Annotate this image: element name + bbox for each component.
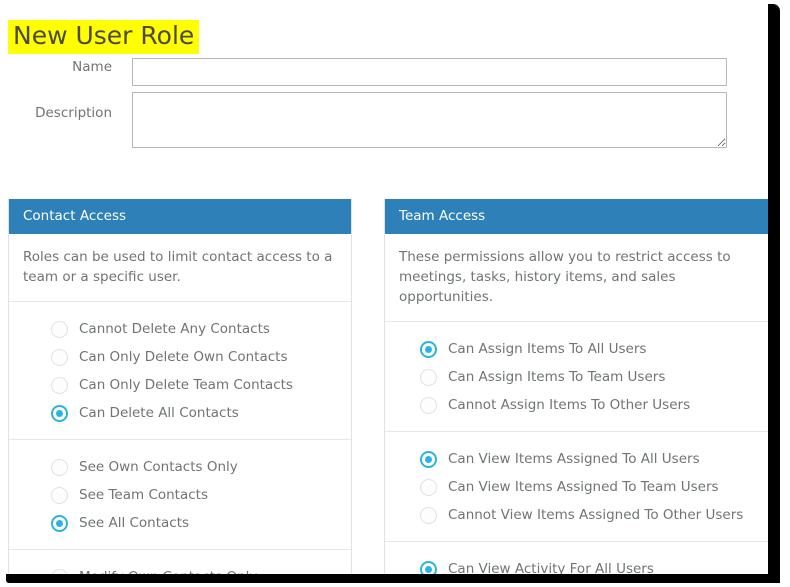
radio-option[interactable]: Can View Items Assigned To All Users xyxy=(420,445,768,473)
radio-unchecked-icon[interactable] xyxy=(420,506,437,524)
radio-option-label: See All Contacts xyxy=(79,515,190,531)
radio-unchecked-icon[interactable] xyxy=(51,320,68,338)
name-input[interactable] xyxy=(132,58,727,86)
radio-unchecked-icon[interactable] xyxy=(51,376,68,394)
page-content: New User Role Name Description Contact A… xyxy=(0,0,768,574)
radio-checked-icon[interactable] xyxy=(420,450,437,468)
radio-option[interactable]: Cannot Assign Items To Other Users xyxy=(420,391,768,419)
radio-unchecked-icon[interactable] xyxy=(51,348,68,366)
panel-team-access-description: These permissions allow you to restrict … xyxy=(385,234,768,322)
contact-access-groups: Cannot Delete Any Contacts Can Only Delet… xyxy=(9,302,351,574)
radio-option[interactable]: Can Only Delete Own Contacts xyxy=(51,343,351,371)
name-label: Name xyxy=(72,59,112,75)
radio-option-label: See Own Contacts Only xyxy=(79,459,238,475)
radio-unchecked-icon[interactable] xyxy=(420,478,437,496)
radio-option[interactable]: Cannot View Items Assigned To Other User… xyxy=(420,501,768,529)
radio-group: Cannot Delete Any Contacts Can Only Delet… xyxy=(9,302,351,440)
radio-option-label: Can Only Delete Own Contacts xyxy=(79,349,288,365)
page-title: New User Role xyxy=(8,19,200,54)
radio-option-label: Can Only Delete Team Contacts xyxy=(79,377,293,393)
radio-unchecked-icon[interactable] xyxy=(51,486,68,504)
radio-unchecked-icon[interactable] xyxy=(420,368,437,386)
radio-option-label: Can View Activity For All Users xyxy=(448,561,654,574)
radio-group: Modify Own Contacts Only xyxy=(9,550,351,574)
radio-group: Can View Activity For All UsersCan View … xyxy=(385,542,768,574)
team-access-groups: Can Assign Items To All Users Can Assign … xyxy=(385,322,768,574)
window-frame: New User Role Name Description Contact A… xyxy=(0,0,790,587)
radio-option[interactable]: Can View Items Assigned To Team Users xyxy=(420,473,768,501)
radio-option[interactable]: Cannot Delete Any Contacts xyxy=(51,315,351,343)
radio-option[interactable]: See All Contacts xyxy=(51,509,351,537)
radio-unchecked-icon[interactable] xyxy=(51,458,68,476)
window-frame-right-edge xyxy=(768,4,780,583)
radio-group: Can View Items Assigned To All Users Can … xyxy=(385,432,768,542)
panel-team-access: Team Access These permissions allow you … xyxy=(384,199,768,574)
description-label: Description xyxy=(35,105,112,121)
radio-checked-icon[interactable] xyxy=(420,340,437,358)
radio-checked-icon[interactable] xyxy=(420,560,437,574)
radio-option-label: Can View Items Assigned To Team Users xyxy=(448,479,719,495)
radio-option-label: Can View Items Assigned To All Users xyxy=(448,451,700,467)
radio-option-label: Cannot View Items Assigned To Other User… xyxy=(448,507,744,523)
radio-option-label: Can Assign Items To All Users xyxy=(448,341,647,357)
radio-checked-icon[interactable] xyxy=(51,514,68,532)
radio-option-label: Can Assign Items To Team Users xyxy=(448,369,666,385)
radio-group: Can Assign Items To All Users Can Assign … xyxy=(385,322,768,432)
radio-option[interactable]: Can View Activity For All Users xyxy=(420,555,768,574)
radio-option[interactable]: See Own Contacts Only xyxy=(51,453,351,481)
panel-contact-access-header: Contact Access xyxy=(9,199,351,234)
radio-unchecked-icon[interactable] xyxy=(420,396,437,414)
panel-contact-access: Contact Access Roles can be used to limi… xyxy=(8,199,352,574)
radio-option-label: Cannot Assign Items To Other Users xyxy=(448,397,691,413)
radio-option[interactable]: Modify Own Contacts Only xyxy=(51,563,351,574)
radio-option-label: See Team Contacts xyxy=(79,487,209,503)
panel-contact-access-description: Roles can be used to limit contact acces… xyxy=(9,234,351,302)
radio-option[interactable]: See Team Contacts xyxy=(51,481,351,509)
radio-option[interactable]: Can Assign Items To Team Users xyxy=(420,363,768,391)
radio-option-label: Can Delete All Contacts xyxy=(79,405,239,421)
description-textarea[interactable] xyxy=(132,92,727,148)
radio-option[interactable]: Can Assign Items To All Users xyxy=(420,335,768,363)
radio-group: See Own Contacts Only See Team Contacts Se… xyxy=(9,440,351,550)
radio-option[interactable]: Can Only Delete Team Contacts xyxy=(51,371,351,399)
radio-option[interactable]: Can Delete All Contacts xyxy=(51,399,351,427)
radio-checked-icon[interactable] xyxy=(51,404,68,422)
window-frame-bottom-edge xyxy=(6,574,780,583)
radio-option-label: Cannot Delete Any Contacts xyxy=(79,321,270,337)
panel-team-access-header: Team Access xyxy=(385,199,768,234)
